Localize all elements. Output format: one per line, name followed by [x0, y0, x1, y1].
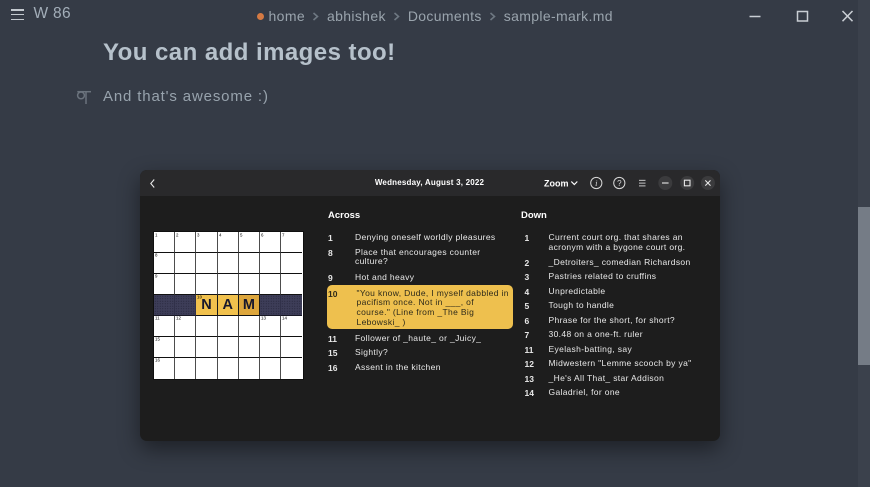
- svg-text:i: i: [595, 178, 598, 188]
- svg-text:?: ?: [617, 179, 622, 188]
- svg-text:Zoom: Zoom: [544, 179, 569, 189]
